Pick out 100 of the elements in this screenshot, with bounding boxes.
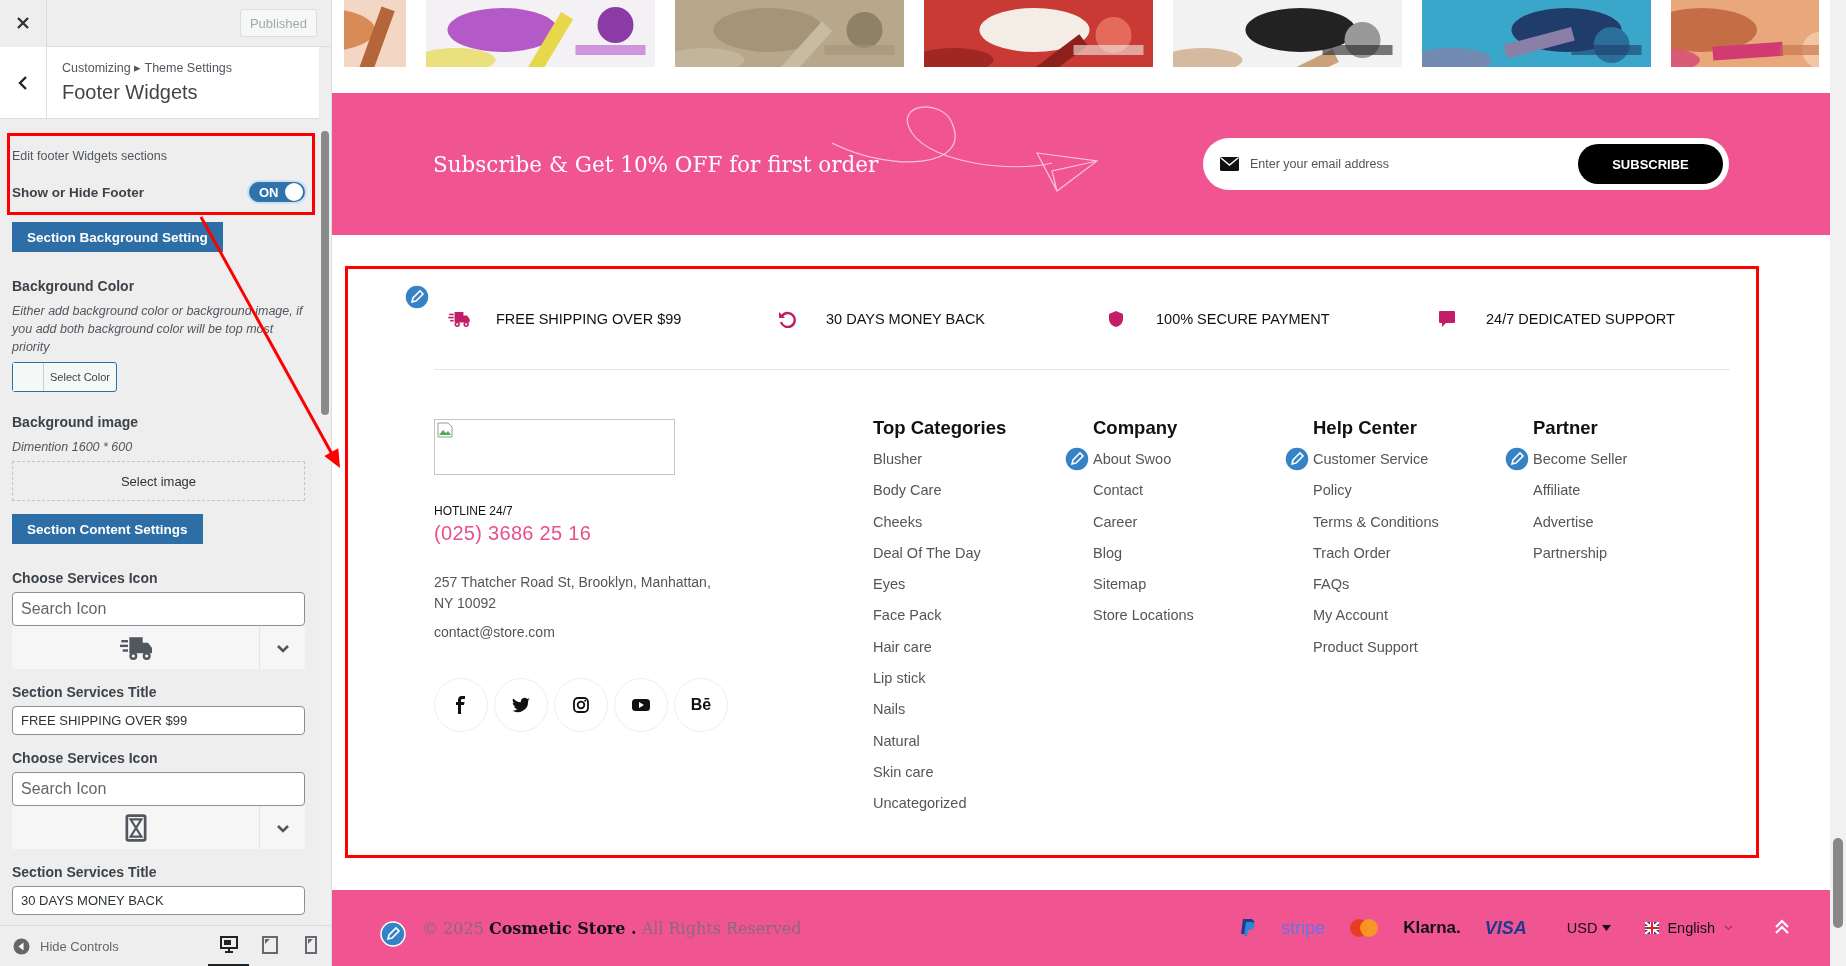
icon-dropdown[interactable] xyxy=(12,626,305,669)
payment-logo: stripe xyxy=(1281,917,1326,939)
close-button[interactable] xyxy=(0,0,47,47)
footer-link[interactable]: Become Seller xyxy=(1533,444,1628,476)
video-play-icon xyxy=(632,696,650,714)
footer-link[interactable]: Face Pack xyxy=(873,600,942,632)
panel-title: Footer Widgets xyxy=(62,81,199,104)
footer-link[interactable]: Sitemap xyxy=(1093,569,1147,601)
footer-link[interactable]: Body Care xyxy=(873,475,942,507)
hotline-label: HOTLINE 24/7 xyxy=(434,504,514,518)
footer-link[interactable]: About Swoo xyxy=(1093,444,1172,476)
footer-link[interactable]: Natural xyxy=(873,725,920,757)
shield-icon xyxy=(1108,310,1124,328)
service-title: 30 DAYS MONEY BACK xyxy=(826,311,986,327)
hide-controls-button[interactable]: Hide Controls xyxy=(13,937,119,955)
pencil-icon[interactable] xyxy=(1504,446,1530,472)
section-button[interactable]: Section Background Setting xyxy=(12,222,223,252)
payment-logo: VISA xyxy=(1484,917,1527,939)
social-button[interactable] xyxy=(554,678,608,732)
instagram-icon xyxy=(572,696,590,714)
copyright-text: © 2025 Cosmetic Store . All Rights Reserved xyxy=(422,918,802,938)
footer-link[interactable]: Uncategorized xyxy=(873,788,967,820)
mastercard-icon xyxy=(1349,918,1380,938)
caret-down-icon xyxy=(1602,925,1612,931)
footer-link[interactable]: Store Locations xyxy=(1093,600,1194,632)
footer-link[interactable]: Lip stick xyxy=(873,663,926,695)
footer-link[interactable]: Skin care xyxy=(873,756,934,789)
footer-link[interactable]: Affiliate xyxy=(1533,475,1581,507)
subscribe-heading: Subscribe & Get 10% OFF for first order xyxy=(433,151,880,177)
email-field[interactable]: Enter your email address SUBSCRIBE xyxy=(1203,138,1729,190)
footer-link[interactable]: Customer Service xyxy=(1313,444,1429,476)
pencil-icon[interactable] xyxy=(1284,446,1310,472)
footer-link[interactable]: FAQs xyxy=(1313,569,1350,601)
double-chevron-up-icon xyxy=(1774,918,1790,935)
chat-bubble-icon xyxy=(1438,310,1456,328)
footer-link[interactable]: Product Support xyxy=(1313,631,1418,664)
footer-link[interactable]: Deal Of The Day xyxy=(873,537,981,570)
twitter-icon xyxy=(512,696,530,714)
color-picker-button[interactable]: Select Color xyxy=(12,362,117,392)
language-dropdown[interactable]: English xyxy=(1645,920,1734,936)
toggle-switch[interactable]: ON xyxy=(247,180,307,204)
footer-link[interactable]: Trach Order xyxy=(1313,537,1391,570)
text-field[interactable]: 30 DAYS MONEY BACK xyxy=(12,886,305,915)
color-swatch xyxy=(13,363,44,391)
footer-link[interactable]: Cheeks xyxy=(873,506,923,538)
email-address: contact@store.com xyxy=(434,624,556,640)
footer-link[interactable]: Career xyxy=(1093,506,1138,538)
social-button[interactable] xyxy=(434,678,488,732)
breadcrumb: Customizing ▸ Theme Settings xyxy=(62,60,233,75)
pencil-icon[interactable] xyxy=(1064,446,1090,472)
collapse-icon xyxy=(13,937,30,955)
section-button[interactable]: Section Content Settings xyxy=(12,514,203,544)
footer-link[interactable]: Terms & Conditions xyxy=(1313,506,1439,538)
help-text: Dimention 1600 * 600 xyxy=(12,439,134,456)
field-label: Background Color xyxy=(12,278,136,294)
flag-icon xyxy=(1645,922,1660,934)
pencil-icon[interactable] xyxy=(380,921,406,947)
address: 257 Thatcher Road St, Brooklyn, Manhattan, NY 10092 xyxy=(434,573,712,613)
service-title: 100% SECURE PAYMENT xyxy=(1156,311,1330,327)
service-title: FREE SHIPPING OVER $99 xyxy=(496,311,682,327)
column-heading: Help Center xyxy=(1313,417,1418,440)
field-label: Choose Services Icon xyxy=(12,750,159,766)
footer-link[interactable]: Eyes xyxy=(873,569,906,601)
search-field[interactable]: Search Icon xyxy=(12,592,305,626)
payment-logo: Klarna. xyxy=(1403,918,1461,938)
footer-link[interactable]: Blog xyxy=(1093,537,1123,570)
footer-link[interactable]: My Account xyxy=(1313,600,1388,632)
field-label: Section Services Title xyxy=(12,864,158,880)
footer-link[interactable]: Nails xyxy=(873,694,906,726)
truck-icon xyxy=(448,311,470,327)
social-button[interactable] xyxy=(494,678,548,732)
column-heading: Partner xyxy=(1533,417,1599,440)
search-field[interactable]: Search Icon xyxy=(12,772,305,806)
footer-link[interactable]: Hair care xyxy=(873,631,932,664)
currency-dropdown[interactable]: USD xyxy=(1566,920,1612,936)
field-label: Section Services Title xyxy=(12,684,158,700)
hourglass-icon xyxy=(124,813,147,842)
subscribe-button[interactable]: SUBSCRIBE xyxy=(1578,144,1723,184)
pencil-icon[interactable] xyxy=(404,284,430,310)
scrollbar[interactable] xyxy=(1830,0,1846,966)
footer-link[interactable]: Partnership xyxy=(1533,537,1608,570)
truck-icon xyxy=(119,635,152,660)
footer-link[interactable]: Advertise xyxy=(1533,506,1594,538)
footer-link[interactable]: Policy xyxy=(1313,475,1352,507)
field-label: Background image xyxy=(12,414,140,430)
icon-dropdown[interactable] xyxy=(12,806,305,849)
section-description: Edit footer Widgets sections xyxy=(12,148,168,163)
social-button[interactable] xyxy=(614,678,668,732)
phone-number: (025) 3686 25 16 xyxy=(434,522,593,545)
field-label: Choose Services Icon xyxy=(12,570,159,586)
refresh-icon xyxy=(778,310,796,328)
select-image-button[interactable]: Select image xyxy=(12,461,305,501)
footer-link[interactable]: Blusher xyxy=(873,444,923,476)
social-link[interactable]: Bē xyxy=(674,678,728,732)
footer-link[interactable]: Contact xyxy=(1093,475,1143,507)
service-title: 24/7 DEDICATED SUPPORT xyxy=(1486,311,1675,327)
envelope-icon xyxy=(1220,157,1239,171)
close-icon xyxy=(16,16,30,30)
text-field[interactable]: FREE SHIPPING OVER $99 xyxy=(12,706,305,735)
desktop-icon xyxy=(219,935,238,954)
